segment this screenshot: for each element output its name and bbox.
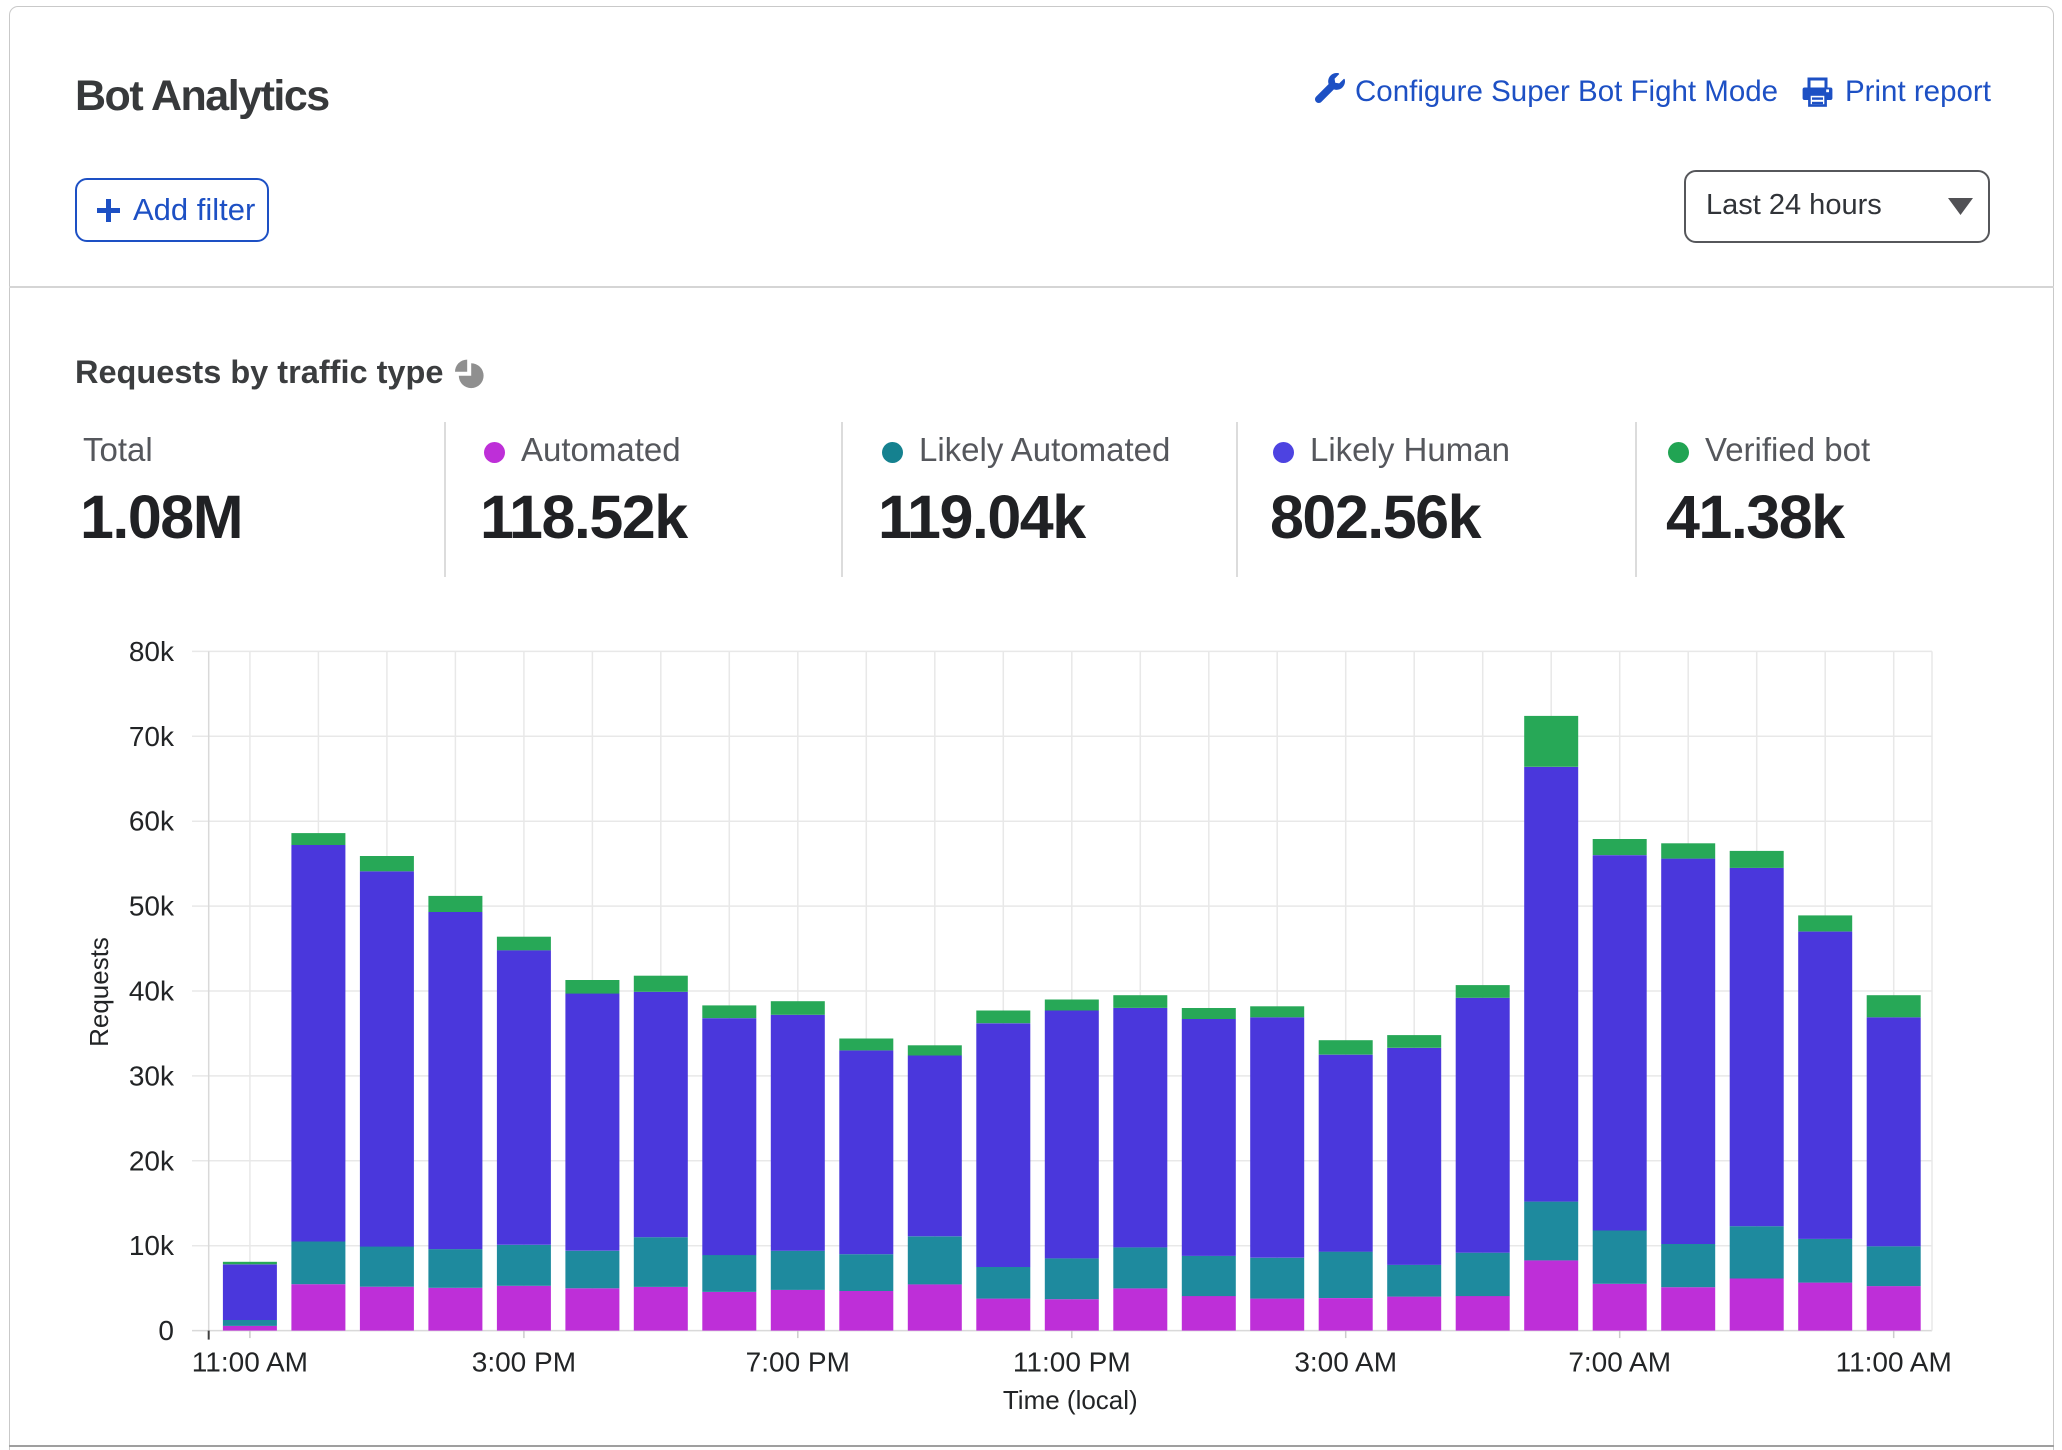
svg-text:11:00 AM: 11:00 AM (1836, 1347, 1952, 1378)
svg-text:3:00 PM: 3:00 PM (472, 1347, 576, 1378)
svg-text:30k: 30k (129, 1060, 175, 1091)
svg-text:Requests: Requests (84, 937, 114, 1047)
svg-text:20k: 20k (129, 1145, 175, 1176)
svg-text:40k: 40k (129, 976, 175, 1007)
svg-text:60k: 60k (129, 806, 175, 837)
svg-text:3:00 AM: 3:00 AM (1294, 1347, 1397, 1378)
svg-text:10k: 10k (129, 1230, 175, 1261)
svg-text:7:00 PM: 7:00 PM (746, 1347, 850, 1378)
svg-text:0: 0 (158, 1315, 174, 1346)
svg-text:Time (local): Time (local) (1003, 1385, 1138, 1415)
svg-text:11:00 PM: 11:00 PM (1013, 1347, 1131, 1378)
svg-text:7:00 AM: 7:00 AM (1568, 1347, 1671, 1378)
svg-text:50k: 50k (129, 891, 175, 922)
svg-text:11:00 AM: 11:00 AM (192, 1347, 308, 1378)
svg-text:70k: 70k (129, 721, 175, 752)
svg-text:80k: 80k (129, 636, 175, 667)
